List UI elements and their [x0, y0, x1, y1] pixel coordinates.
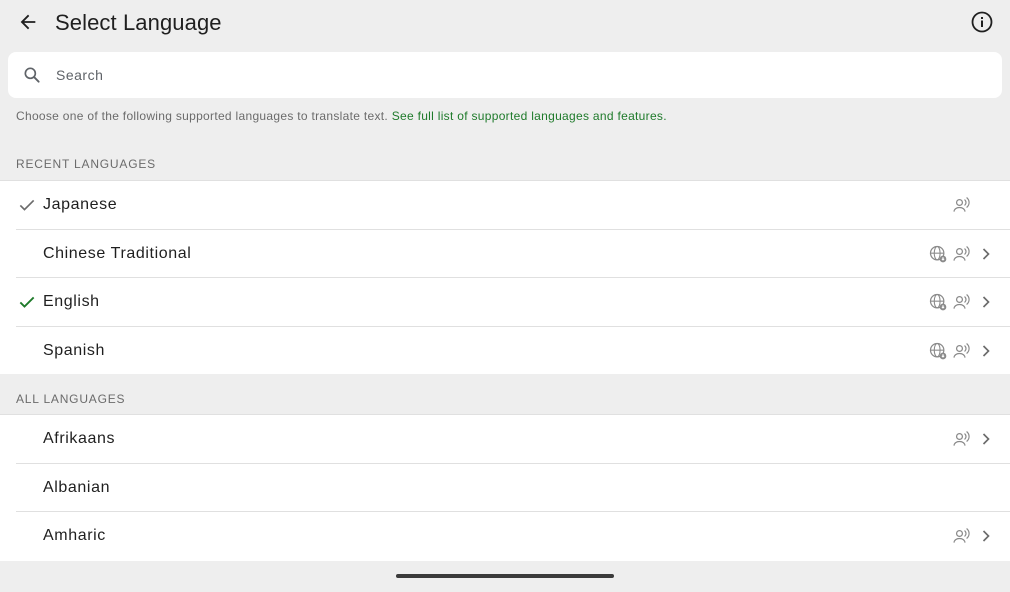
back-button[interactable]	[14, 8, 42, 36]
language-row-japanese[interactable]: Japanese	[16, 181, 1010, 230]
voice-input-icon	[952, 526, 972, 546]
language-label: Spanish	[43, 341, 106, 359]
chevron-right-icon[interactable]	[976, 429, 996, 449]
supported-languages-link[interactable]: See full list of supported languages and…	[392, 109, 667, 123]
search-input[interactable]	[54, 60, 984, 90]
language-label: Afrikaans	[43, 430, 116, 447]
language-row-amharic[interactable]: Amharic	[16, 512, 1010, 561]
offline-translation-icon	[928, 244, 948, 264]
language-label: Albanian	[43, 478, 111, 496]
all-languages-list: Afrikaans Albanian Amharic	[0, 414, 1010, 561]
chevron-right-icon[interactable]	[976, 526, 996, 546]
gesture-nav-handle[interactable]	[396, 574, 614, 578]
voice-input-icon	[952, 244, 972, 264]
check-icon	[19, 296, 35, 308]
chevron-right-icon[interactable]	[976, 244, 996, 264]
all-languages-header: ALL LANGUAGES	[16, 392, 126, 406]
helper-text: Choose one of the following supported la…	[16, 108, 667, 124]
chevron-right-icon[interactable]	[976, 341, 996, 361]
app-bar: Select Language	[0, 0, 1010, 46]
language-row-albanian[interactable]: Albanian	[16, 464, 1010, 512]
language-label: Amharic	[43, 527, 106, 544]
info-button[interactable]	[968, 8, 996, 36]
offline-translation-icon	[928, 292, 948, 312]
language-feature-icons	[952, 195, 996, 215]
language-label: Chinese Traditional	[43, 244, 192, 262]
recent-languages-header: RECENT LANGUAGES	[16, 157, 156, 171]
voice-input-icon	[952, 341, 972, 361]
language-feature-icons	[928, 292, 996, 312]
arrow-left-icon	[20, 14, 36, 30]
page-title: Select Language	[55, 10, 222, 35]
recent-languages-list: Japanese Chinese Traditional English Spa…	[0, 180, 1010, 374]
language-row-english[interactable]: English	[16, 278, 1010, 327]
language-feature-icons	[952, 429, 996, 449]
language-feature-icons	[928, 341, 996, 361]
search-icon	[24, 67, 40, 83]
language-row-spanish[interactable]: Spanish	[16, 327, 1010, 376]
chevron-right-icon[interactable]	[976, 292, 996, 312]
language-row-afrikaans[interactable]: Afrikaans	[16, 415, 1010, 464]
offline-translation-icon	[928, 341, 948, 361]
helper-description: Choose one of the following supported la…	[16, 109, 389, 123]
check-icon	[19, 199, 35, 211]
language-label: Japanese	[43, 196, 118, 213]
language-row-chinese-traditional[interactable]: Chinese Traditional	[16, 230, 1010, 278]
voice-input-icon	[952, 292, 972, 312]
search-bar[interactable]	[8, 52, 1002, 98]
language-label: English	[43, 293, 100, 310]
voice-input-icon	[952, 429, 972, 449]
chevron-placeholder	[976, 195, 996, 215]
voice-input-icon	[952, 195, 972, 215]
language-feature-icons	[928, 244, 996, 264]
language-feature-icons	[952, 526, 996, 546]
info-circle-icon	[971, 11, 993, 33]
